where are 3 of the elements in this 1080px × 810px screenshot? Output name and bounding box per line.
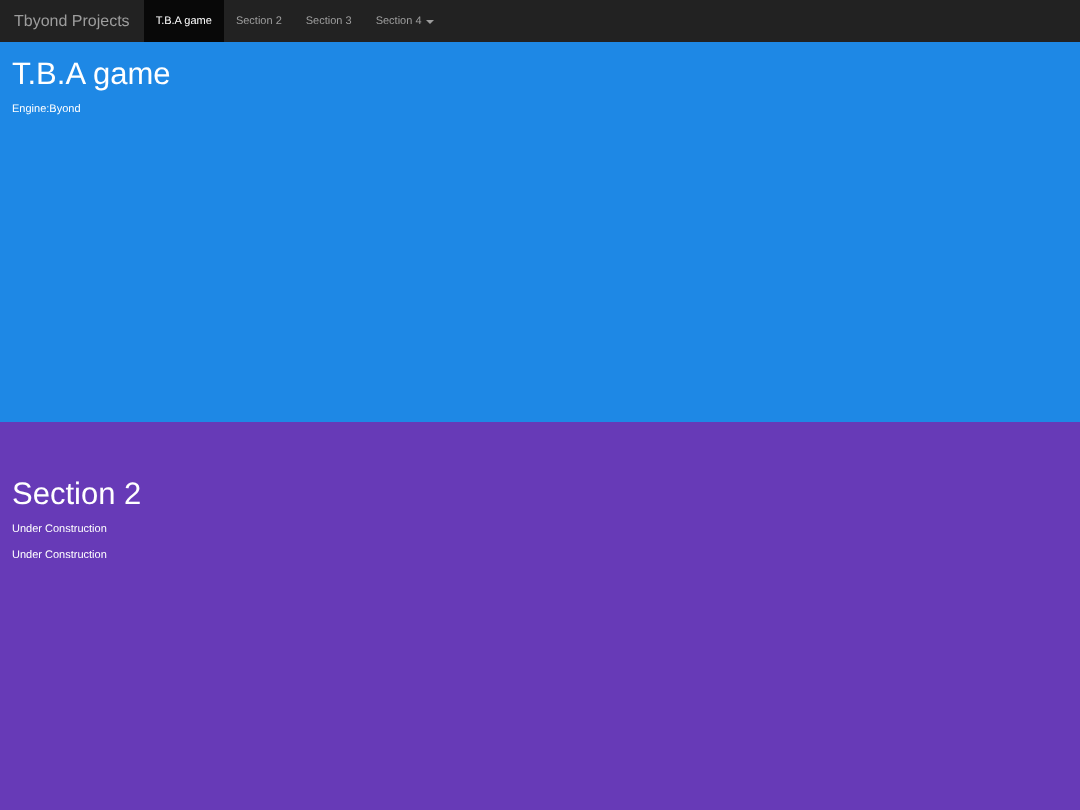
section-title: T.B.A game <box>12 58 173 94</box>
brand-link[interactable]: Tbyond Projects <box>0 0 144 42</box>
section-title: Section 2 <box>12 478 144 514</box>
